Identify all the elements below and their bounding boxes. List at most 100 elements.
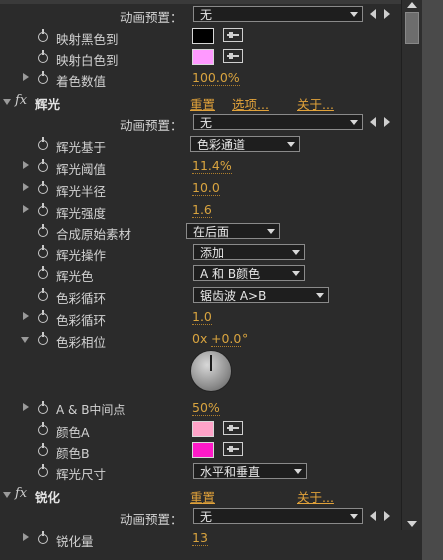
prop-label: 辉光阈值 — [56, 162, 107, 177]
stopwatch-icon[interactable] — [38, 203, 49, 216]
preset-row-glow: 动画预置： 无 — [0, 113, 401, 134]
stopwatch-icon[interactable] — [38, 159, 49, 172]
twirl-closed-icon[interactable] — [23, 533, 29, 541]
stopwatch-icon[interactable] — [38, 401, 49, 414]
prop-value[interactable]: 1.0 — [192, 310, 212, 325]
stopwatch-icon[interactable] — [38, 422, 49, 435]
preset-value: 无 — [200, 510, 213, 524]
prop-value[interactable]: 100.0% — [192, 71, 240, 86]
composite-dropdown[interactable]: 在后面 — [186, 223, 280, 239]
prop-label: 色彩循环 — [56, 291, 107, 306]
chevron-down-icon — [292, 271, 300, 276]
stopwatch-icon[interactable] — [38, 332, 49, 345]
prev-preset-icon[interactable] — [370, 117, 376, 127]
prop-value[interactable]: 10.0 — [192, 181, 220, 196]
fx-icon[interactable]: fx — [15, 93, 27, 108]
fx-icon[interactable]: fx — [15, 486, 27, 501]
twirl-open-icon[interactable] — [21, 337, 29, 343]
reset-link[interactable]: 重置 — [190, 94, 215, 113]
color-swatch-a[interactable] — [192, 421, 214, 437]
twirl-closed-icon[interactable] — [23, 183, 29, 191]
dropdown-value: 在后面 — [193, 225, 230, 239]
preset-value: 无 — [200, 116, 213, 130]
glow-dimensions-dropdown[interactable]: 水平和垂直 — [193, 463, 307, 479]
chevron-down-icon — [267, 229, 275, 234]
stopwatch-icon[interactable] — [38, 224, 49, 237]
stopwatch-icon[interactable] — [38, 464, 49, 477]
prop-glow-based-on: 辉光基于 色彩通道 — [0, 135, 401, 156]
twirl-closed-icon[interactable] — [23, 312, 29, 320]
twirl-open-icon[interactable] — [3, 492, 11, 498]
prop-glow-colors: 辉光色 A 和 B颜色 — [0, 264, 401, 285]
phase-revolutions[interactable]: 0x — [192, 332, 207, 346]
twirl-closed-icon[interactable] — [23, 161, 29, 169]
stopwatch-icon[interactable] — [38, 71, 49, 84]
stopwatch-icon[interactable] — [38, 266, 49, 279]
phase-degrees[interactable]: +0.0 — [211, 332, 242, 347]
stopwatch-icon[interactable] — [38, 288, 49, 301]
dropdown-value: A 和 B颜色 — [200, 267, 261, 281]
next-preset-icon[interactable] — [384, 511, 390, 521]
chevron-down-icon — [316, 293, 324, 298]
reset-link[interactable]: 重置 — [190, 487, 215, 506]
preset-dropdown[interactable]: 无 — [193, 6, 363, 22]
stopwatch-icon[interactable] — [38, 443, 49, 456]
prop-color-loops: 色彩循环 1.0 — [0, 308, 401, 329]
prop-label: 辉光尺寸 — [56, 467, 107, 482]
about-link[interactable]: 关于... — [297, 487, 334, 506]
prop-value[interactable]: 50% — [192, 401, 220, 416]
prop-composite-original: 合成原始素材 在后面 — [0, 222, 401, 243]
chevron-down-icon — [350, 12, 358, 17]
stopwatch-icon[interactable] — [38, 50, 49, 63]
preset-dropdown[interactable]: 无 — [193, 114, 363, 130]
preset-row-sharpen: 动画预置： 无 — [0, 507, 401, 528]
next-preset-icon[interactable] — [384, 117, 390, 127]
stopwatch-icon[interactable] — [38, 310, 49, 323]
prop-label: 辉光操作 — [56, 248, 107, 263]
options-link[interactable]: 选项... — [232, 94, 269, 113]
scroll-up-icon[interactable] — [407, 2, 417, 8]
prop-glow-radius: 辉光半径 10.0 — [0, 179, 401, 200]
twirl-closed-icon[interactable] — [23, 205, 29, 213]
stopwatch-icon[interactable] — [38, 245, 49, 258]
dropdown-value: 添加 — [200, 246, 225, 260]
prop-glow-intensity: 辉光强度 1.6 — [0, 201, 401, 222]
vertical-scrollbar[interactable] — [401, 0, 422, 530]
next-preset-icon[interactable] — [384, 9, 390, 19]
scrollbar-thumb[interactable] — [405, 12, 419, 44]
scroll-down-icon[interactable] — [407, 521, 417, 527]
preset-dropdown[interactable]: 无 — [193, 508, 363, 524]
stopwatch-icon[interactable] — [38, 531, 49, 544]
color-swatch-black[interactable] — [192, 28, 214, 44]
prop-tint-amount: 着色数值 100.0% — [0, 69, 401, 90]
glow-colors-dropdown[interactable]: A 和 B颜色 — [193, 265, 305, 281]
prop-label: 色彩相位 — [56, 335, 107, 350]
color-swatch-white[interactable] — [192, 49, 214, 65]
prop-value[interactable]: 11.4% — [192, 159, 232, 174]
twirl-closed-icon[interactable] — [23, 73, 29, 81]
eyedropper-icon[interactable] — [223, 421, 243, 435]
eyedropper-icon[interactable] — [223, 442, 243, 456]
prop-value[interactable]: 1.6 — [192, 203, 212, 218]
color-looping-dropdown[interactable]: 锯齿波 A>B — [193, 287, 329, 303]
eyedropper-icon[interactable] — [223, 28, 243, 42]
eyedropper-icon[interactable] — [223, 49, 243, 63]
stopwatch-icon[interactable] — [38, 181, 49, 194]
glow-operation-dropdown[interactable]: 添加 — [193, 244, 305, 260]
prop-label: 着色数值 — [56, 74, 107, 89]
color-swatch-b[interactable] — [192, 442, 214, 458]
stopwatch-icon[interactable] — [38, 137, 49, 150]
dropdown-value: 水平和垂直 — [200, 465, 261, 479]
effect-header-glow: fx 辉光 重置 选项... 关于... — [0, 92, 401, 113]
preset-label: 动画预置： — [120, 10, 183, 25]
preset-value: 无 — [200, 8, 213, 22]
prev-preset-icon[interactable] — [370, 511, 376, 521]
stopwatch-icon[interactable] — [38, 29, 49, 42]
about-link[interactable]: 关于... — [297, 94, 334, 113]
phase-angle-dial[interactable] — [190, 350, 232, 392]
prop-value[interactable]: 13 — [192, 531, 208, 546]
prev-preset-icon[interactable] — [370, 9, 376, 19]
twirl-open-icon[interactable] — [3, 99, 11, 105]
twirl-closed-icon[interactable] — [23, 403, 29, 411]
glow-based-on-dropdown[interactable]: 色彩通道 — [190, 136, 300, 152]
